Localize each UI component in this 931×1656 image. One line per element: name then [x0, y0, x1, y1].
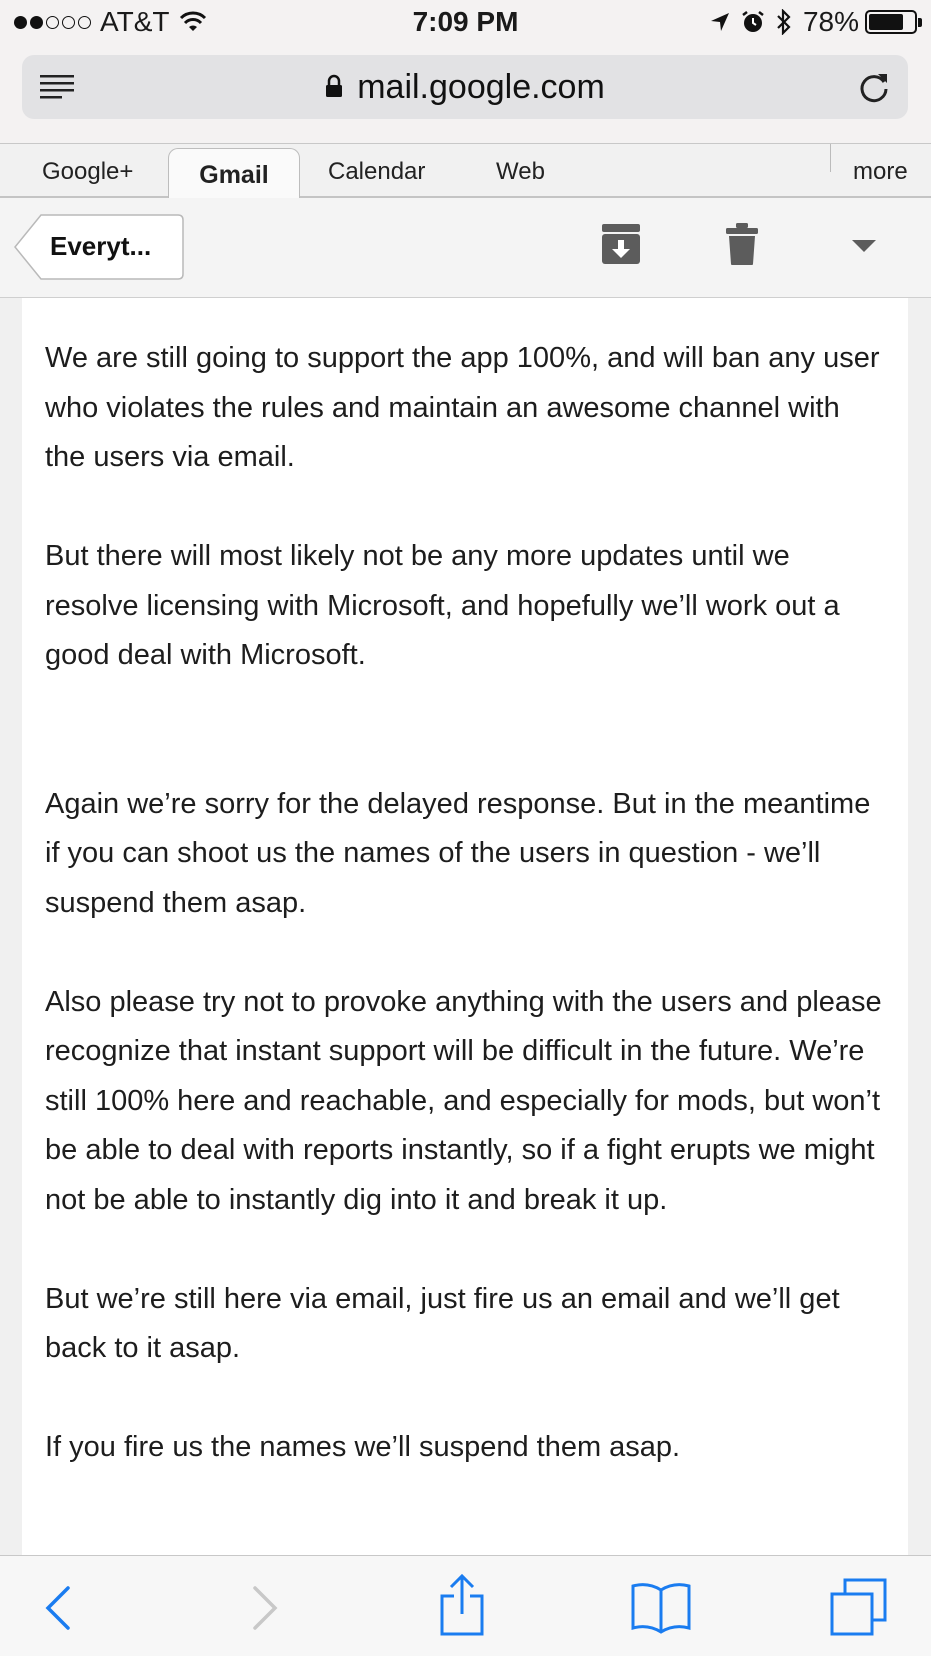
nav-item-web[interactable]: Web — [496, 158, 545, 186]
email-paragraph: But there will most likely not be any mo… — [45, 540, 840, 671]
email-paragraph: Also please try not to provoke anything … — [45, 985, 882, 1216]
nav-item-google-plus[interactable]: Google+ — [42, 158, 133, 186]
nav-divider — [830, 144, 831, 172]
lock-icon — [326, 74, 343, 98]
email-paragraph: If you fire us the names we’ll suspend t… — [45, 1431, 681, 1463]
battery-icon — [865, 10, 922, 34]
mail-toolbar: Everyt... — [0, 198, 931, 298]
nav-item-gmail[interactable]: Gmail — [168, 148, 300, 200]
archive-icon[interactable] — [600, 222, 642, 266]
nav-item-calendar[interactable]: Calendar — [328, 158, 425, 186]
status-right: 78% — [699, 6, 922, 38]
email-body: We are still going to support the app 10… — [22, 298, 908, 1555]
email-paragraph: Again we’re sorry for the delayed respon… — [45, 787, 871, 919]
back-chevron-icon[interactable] — [44, 1586, 72, 1630]
battery-percent: 78% — [802, 6, 859, 37]
alarm-icon — [742, 11, 764, 32]
google-nav-bar: Google+ Gmail Calendar Web more — [0, 144, 931, 200]
forward-chevron-icon[interactable] — [251, 1586, 279, 1630]
browser-address-area: mail.google.com — [0, 44, 931, 144]
address-bar[interactable]: mail.google.com — [22, 55, 908, 119]
back-button-label: Everyt... — [50, 231, 152, 261]
browser-bottom-toolbar — [0, 1555, 931, 1656]
share-icon[interactable] — [438, 1574, 486, 1636]
email-paragraph: But we’re still here via email, just fir… — [45, 1282, 840, 1365]
url-display[interactable]: mail.google.com — [22, 68, 908, 107]
reload-icon[interactable] — [856, 69, 892, 105]
trash-icon[interactable] — [725, 222, 759, 266]
email-paragraph: We are still going to support the app 10… — [45, 342, 880, 473]
location-arrow-icon — [710, 13, 729, 31]
url-text: mail.google.com — [357, 68, 605, 106]
bluetooth-icon — [777, 9, 791, 35]
bookmarks-icon[interactable] — [630, 1582, 692, 1634]
status-bar: AT&T 7:09 PM 78% — [0, 0, 931, 44]
more-actions-dropdown-icon[interactable] — [852, 240, 876, 254]
tabs-icon[interactable] — [829, 1578, 889, 1638]
nav-more-link[interactable]: more — [853, 158, 908, 186]
